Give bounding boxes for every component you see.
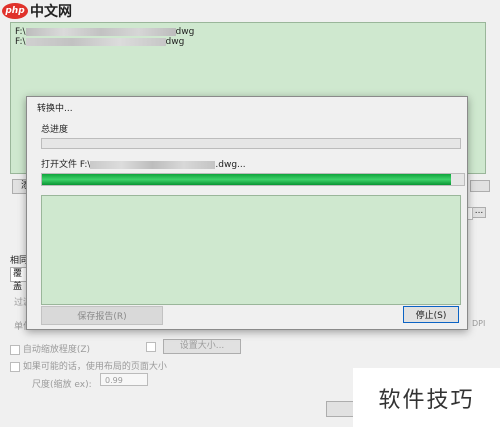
layout-size-label: 如果可能的话，使用布局的页面大小 (22, 362, 167, 372)
page-size-button[interactable]: 设置大小... (163, 339, 241, 354)
file-path-suffix: dwg (175, 27, 195, 37)
auto-scale-option[interactable]: 自动缩放程度(Z) (10, 342, 90, 355)
watermark-text: 软件技巧 (353, 368, 500, 427)
file-progress-fill (42, 174, 452, 185)
side-button[interactable] (470, 180, 490, 192)
php-logo-icon: php (2, 3, 28, 19)
logo-text: 中文网 (30, 4, 72, 20)
redacted-path (90, 160, 216, 169)
file-path-suffix: dwg (165, 37, 185, 47)
dialog-title: 转换中... (37, 104, 73, 114)
file-path-prefix: F:\ (15, 27, 26, 37)
conversion-dialog: 转换中... 总进度 打开文件 F:\ .dwg... 保存报告(R) 停止(S) (26, 96, 468, 330)
layout-size-checkbox[interactable] (10, 361, 20, 372)
scale-label: 尺度(缩放 ex): (32, 380, 92, 390)
stop-button[interactable]: 停止(S) (403, 306, 459, 323)
dpi-label: DPI (472, 319, 486, 328)
layout-size-option[interactable]: 如果可能的话，使用布局的页面大小 (10, 359, 167, 372)
file-row[interactable]: F:\ dwg (15, 37, 184, 47)
redacted-path (25, 37, 166, 46)
redacted-path (25, 27, 176, 36)
site-logo: php 中文网 (2, 1, 72, 21)
file-path-prefix: F:\ (15, 37, 26, 47)
auto-scale-label: 自动缩放程度(Z) (22, 345, 91, 355)
auto-scale-checkbox[interactable] (10, 344, 20, 355)
save-report-button[interactable]: 保存报告(R) (41, 306, 163, 325)
file-row[interactable]: F:\ dwg (15, 27, 194, 37)
bottom-button[interactable] (326, 401, 354, 417)
current-file-label: 打开文件 F:\ .dwg... (41, 157, 246, 170)
current-file-suffix: .dwg... (215, 160, 246, 170)
total-progress-bar (41, 138, 461, 149)
conversion-log[interactable] (41, 195, 461, 305)
current-file-prefix: 打开文件 F:\ (41, 160, 91, 170)
browse-button[interactable]: ... (472, 207, 486, 218)
extra-checkbox[interactable] (146, 342, 156, 352)
file-progress-bar (41, 173, 465, 186)
total-progress-label: 总进度 (41, 125, 69, 135)
scale-input[interactable]: 0.99 (100, 373, 148, 386)
